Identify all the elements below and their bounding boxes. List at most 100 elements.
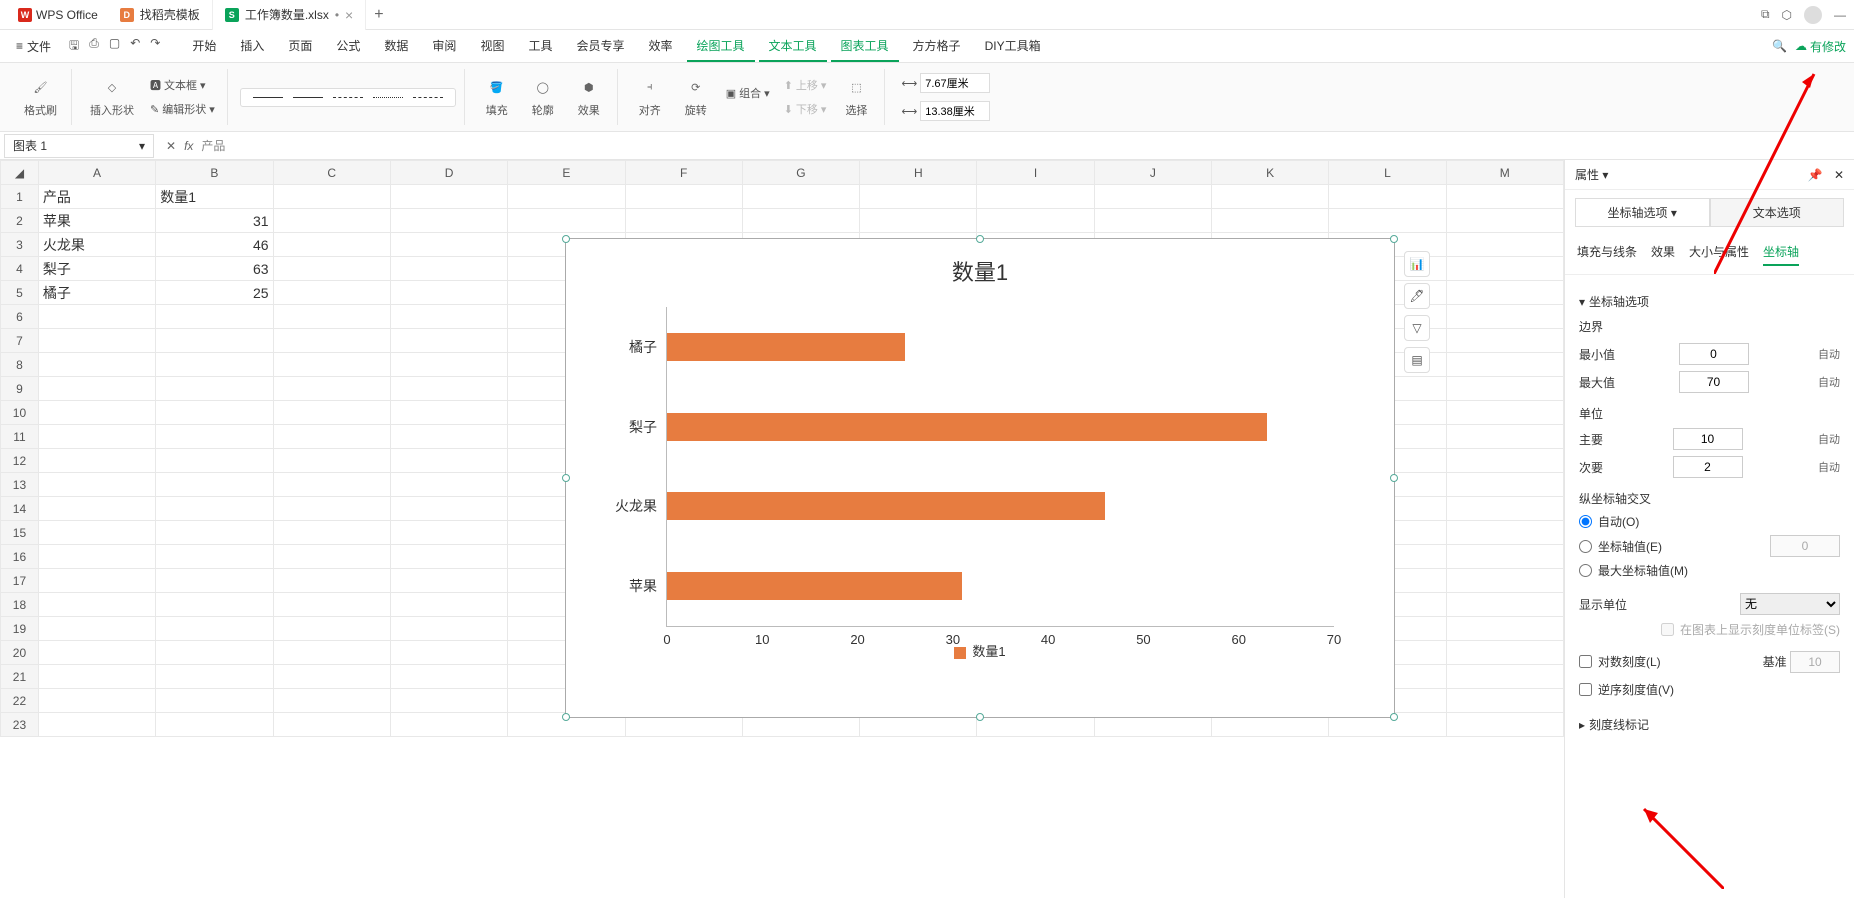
edit-shape-button[interactable]: ✎编辑形状▾ <box>146 99 219 119</box>
col-header[interactable]: H <box>860 161 977 185</box>
cell[interactable]: 苹果 <box>38 209 155 233</box>
cell[interactable] <box>273 473 390 497</box>
cell[interactable] <box>273 665 390 689</box>
tab-axis-options[interactable]: 坐标轴选项 ▾ <box>1575 198 1710 227</box>
row-header[interactable]: 1 <box>1 185 39 209</box>
row-header[interactable]: 19 <box>1 617 39 641</box>
row-header[interactable]: 14 <box>1 497 39 521</box>
chart-style-icon[interactable]: 🖊 <box>1404 283 1430 309</box>
cell[interactable] <box>38 641 155 665</box>
display-unit-select[interactable]: 无 <box>1740 593 1840 615</box>
close-icon[interactable]: ✕ <box>1834 168 1844 182</box>
cell[interactable] <box>1446 497 1563 521</box>
cell[interactable] <box>1329 209 1446 233</box>
cell[interactable] <box>38 329 155 353</box>
cell[interactable] <box>273 257 390 281</box>
cell[interactable] <box>273 569 390 593</box>
minimize-icon[interactable]: — <box>1834 8 1846 22</box>
height-input[interactable] <box>920 101 990 121</box>
cell[interactable] <box>390 545 507 569</box>
text-box-button[interactable]: 🅰文本框▾ <box>146 75 219 95</box>
col-header[interactable]: F <box>625 161 742 185</box>
cell[interactable] <box>38 521 155 545</box>
row-header[interactable]: 9 <box>1 377 39 401</box>
cell[interactable] <box>156 569 273 593</box>
min-input[interactable] <box>1679 343 1749 365</box>
cell[interactable]: 31 <box>156 209 273 233</box>
subtab-size[interactable]: 大小与属性 <box>1689 243 1749 266</box>
menu-tab-8[interactable]: 会员专享 <box>566 31 634 62</box>
menu-tab-13[interactable]: 方方格子 <box>903 31 971 62</box>
cell[interactable] <box>156 665 273 689</box>
cell[interactable] <box>156 449 273 473</box>
row-header[interactable]: 22 <box>1 689 39 713</box>
cell[interactable] <box>1446 401 1563 425</box>
row-header[interactable]: 12 <box>1 449 39 473</box>
chevron-down-icon[interactable]: ▾ <box>139 139 145 153</box>
save-icon[interactable]: 🖫 <box>69 36 79 57</box>
cell[interactable] <box>156 617 273 641</box>
cell[interactable] <box>742 209 859 233</box>
group-button[interactable]: ▣组合▾ <box>722 83 774 103</box>
cell[interactable] <box>1446 617 1563 641</box>
cell[interactable] <box>38 425 155 449</box>
cell[interactable] <box>390 305 507 329</box>
chart-plot[interactable]: 橘子 梨子 火龙果 苹果010203040506070 <box>666 307 1334 627</box>
cell[interactable]: 梨子 <box>38 257 155 281</box>
menu-tab-12[interactable]: 图表工具 <box>831 31 899 62</box>
cell[interactable] <box>390 569 507 593</box>
format-painter-button[interactable]: 🖌格式刷 <box>18 73 63 122</box>
cell[interactable] <box>38 665 155 689</box>
chart[interactable]: 数量1 橘子 梨子 火龙果 苹果010203040506070 数量1 📊 🖊 … <box>565 238 1395 718</box>
cell[interactable] <box>273 497 390 521</box>
cell[interactable] <box>38 593 155 617</box>
cell[interactable] <box>156 305 273 329</box>
bar[interactable] <box>667 492 1105 520</box>
cell[interactable] <box>625 209 742 233</box>
cell[interactable] <box>156 689 273 713</box>
menu-tab-1[interactable]: 插入 <box>230 31 274 62</box>
move-down-button[interactable]: ⬇下移▾ <box>780 99 831 119</box>
minor-input[interactable] <box>1673 456 1743 478</box>
cancel-icon[interactable]: ✕ <box>166 139 176 153</box>
col-header[interactable]: G <box>742 161 859 185</box>
chart-more-icon[interactable]: ▤ <box>1404 347 1430 373</box>
cell[interactable] <box>1446 329 1563 353</box>
cell[interactable] <box>273 713 390 737</box>
cell[interactable] <box>273 329 390 353</box>
cell[interactable] <box>1446 281 1563 305</box>
row-header[interactable]: 5 <box>1 281 39 305</box>
row-header[interactable]: 20 <box>1 641 39 665</box>
row-header[interactable]: 23 <box>1 713 39 737</box>
outline-button[interactable]: ◯轮廓 <box>523 73 563 122</box>
menu-tab-2[interactable]: 页面 <box>278 31 322 62</box>
col-header[interactable]: C <box>273 161 390 185</box>
chart-legend[interactable]: 数量1 <box>566 627 1394 674</box>
close-icon[interactable]: × <box>345 7 353 23</box>
menu-tab-9[interactable]: 效率 <box>638 31 682 62</box>
rotate-button[interactable]: ⟳旋转 <box>676 73 716 122</box>
cell[interactable] <box>38 689 155 713</box>
bar[interactable] <box>667 333 905 361</box>
cell[interactable] <box>1446 641 1563 665</box>
col-header[interactable]: B <box>156 161 273 185</box>
cell[interactable] <box>273 689 390 713</box>
cell[interactable] <box>390 353 507 377</box>
cell[interactable] <box>1446 665 1563 689</box>
cell[interactable] <box>1446 569 1563 593</box>
cell[interactable] <box>1094 209 1211 233</box>
cell[interactable] <box>273 425 390 449</box>
cell[interactable] <box>1446 305 1563 329</box>
menu-tab-5[interactable]: 审阅 <box>422 31 466 62</box>
undo-icon[interactable]: ↶ <box>130 36 140 57</box>
subtab-fill[interactable]: 填充与线条 <box>1577 243 1637 266</box>
section-axis-options[interactable]: ▾ 坐标轴选项 <box>1579 293 1840 310</box>
menu-tab-11[interactable]: 文本工具 <box>759 31 827 62</box>
cell[interactable] <box>273 353 390 377</box>
cell[interactable] <box>390 689 507 713</box>
cell[interactable] <box>1446 209 1563 233</box>
cell[interactable] <box>390 449 507 473</box>
effect-button[interactable]: ⬢效果 <box>569 73 609 122</box>
cell[interactable] <box>156 641 273 665</box>
cell[interactable] <box>38 713 155 737</box>
